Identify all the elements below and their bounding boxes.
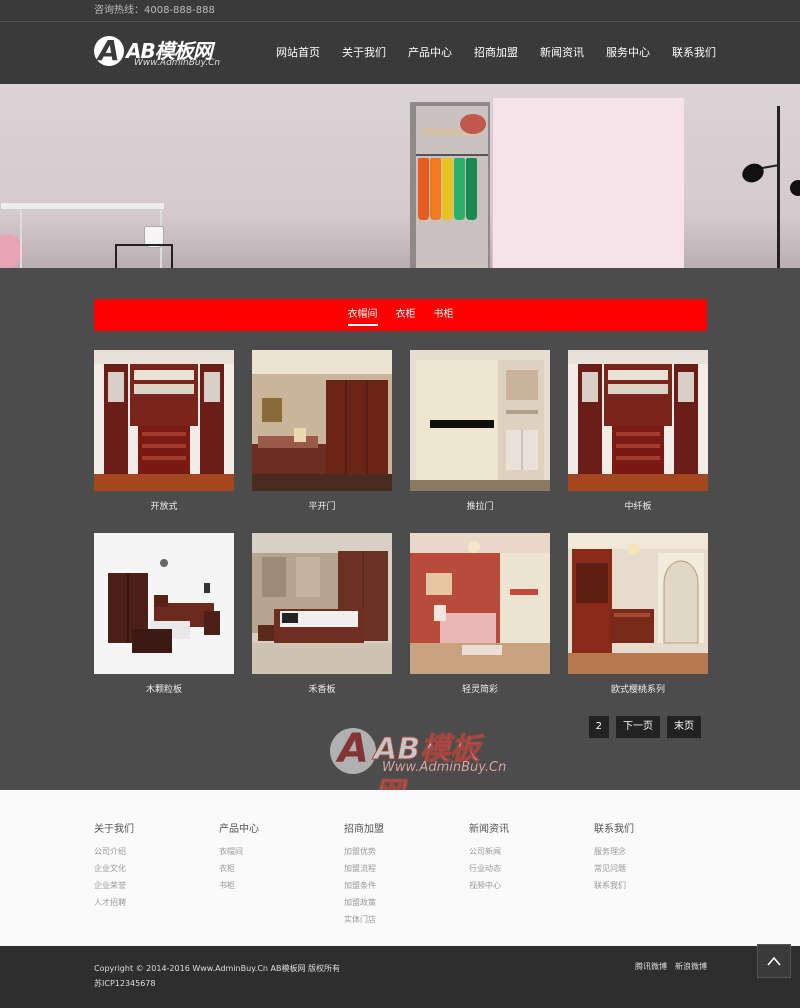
last-page-button[interactable]: 末页 [667,716,701,738]
product-caption[interactable]: 平开门 [252,499,392,512]
footer-col-contact: 联系我们 服务理念 常见问题 联系我们 [594,820,634,894]
footer-link[interactable]: 加盟流程 [344,860,384,877]
tab-walk-in-closet[interactable]: 衣帽间 [347,299,378,331]
topbar: 咨询热线：4008-888-888 [0,0,800,22]
footer-col-franchise: 招商加盟 加盟优势 加盟流程 加盟条件 加盟政策 实体门店 [344,820,384,928]
footer-link[interactable]: 公司介绍 [94,843,134,860]
pagination: 2 下一页 末页 [588,716,701,738]
product-card[interactable]: 中纤板 [568,350,708,512]
product-card[interactable]: 推拉门 [410,350,550,512]
footer-col-title: 新闻资讯 [469,824,509,835]
category-tabs: 衣帽间 衣柜 书柜 [94,299,707,331]
footer-link[interactable]: 衣柜 [219,860,259,877]
footer-link[interactable]: 行业动态 [469,860,509,877]
footer-col-products: 产品中心 衣帽间 衣柜 书柜 [219,820,259,894]
footer-col-title: 产品中心 [219,824,259,835]
product-card[interactable]: 欧式樱桃系列 [568,533,708,695]
footer-link[interactable]: 实体门店 [344,911,384,928]
watermark-subtext: Www.AdminBuy.Cn [382,760,507,775]
product-caption[interactable]: 木颗粒板 [94,682,234,695]
banner-lamp [777,106,780,268]
footer-link[interactable]: 加盟条件 [344,877,384,894]
footer-col-title: 招商加盟 [344,824,384,835]
product-card[interactable]: 禾香板 [252,533,392,695]
product-card[interactable]: 平开门 [252,350,392,512]
footer-links: 关于我们 公司介绍 企业文化 企业荣誉 人才招聘 产品中心 衣帽间 衣柜 书柜 … [0,790,800,946]
footer-link[interactable]: 书柜 [219,877,259,894]
nav-contact[interactable]: 联系我们 [672,22,716,84]
copyright-block: Copyright © 2014-2016 Www.AdminBuy.Cn AB… [94,961,340,991]
product-image[interactable] [94,350,234,491]
product-section: 衣帽间 衣柜 书柜 开放式 平开门 推拉门 中纤板 木颗粒板 禾香板 轻灵简彩 … [0,268,800,812]
bottom-bar: Copyright © 2014-2016 Www.AdminBuy.Cn AB… [0,946,800,1008]
chevron-up-icon [767,951,781,970]
footer-link[interactable]: 企业文化 [94,860,134,877]
product-image[interactable] [410,350,550,491]
header: A AB模板网 Www.AdminBuy.Cn 网站首页 关于我们 产品中心 招… [0,22,800,84]
product-caption[interactable]: 欧式樱桃系列 [568,682,708,695]
product-image[interactable] [94,533,234,674]
footer-link[interactable]: 服务理念 [594,843,634,860]
banner-table [0,202,165,210]
product-caption[interactable]: 开放式 [94,499,234,512]
product-image[interactable] [568,533,708,674]
footer-link[interactable]: 联系我们 [594,877,634,894]
hotline-text: 咨询热线：4008-888-888 [94,5,215,16]
tab-bookcase[interactable]: 书柜 [434,299,454,331]
logo-subtext: Www.AdminBuy.Cn [134,58,221,68]
nav-about[interactable]: 关于我们 [342,22,386,84]
copyright-text: Copyright © 2014-2016 Www.AdminBuy.Cn AB… [94,964,341,973]
footer-link[interactable]: 企业荣誉 [94,877,134,894]
product-image[interactable] [252,533,392,674]
product-image[interactable] [252,350,392,491]
main-nav: 网站首页 关于我们 产品中心 招商加盟 新闻资讯 服务中心 联系我们 [276,22,738,84]
footer-link[interactable]: 加盟政策 [344,894,384,911]
footer-link[interactable]: 公司新闻 [469,843,509,860]
footer-link[interactable]: 加盟优势 [344,843,384,860]
footer-link[interactable]: 人才招聘 [94,894,134,911]
nav-products[interactable]: 产品中心 [408,22,452,84]
social-links: 腾讯微博 新浪微博 [635,961,707,972]
footer-col-about: 关于我们 公司介绍 企业文化 企业荣誉 人才招聘 [94,820,134,911]
product-caption[interactable]: 轻灵简彩 [410,682,550,695]
nav-home[interactable]: 网站首页 [276,22,320,84]
next-page-button[interactable]: 下一页 [616,716,660,738]
product-card[interactable]: 开放式 [94,350,234,512]
sina-weibo-link[interactable]: 新浪微博 [675,961,707,972]
product-image[interactable] [568,350,708,491]
logo[interactable]: A AB模板网 Www.AdminBuy.Cn [94,34,234,74]
product-card[interactable]: 木颗粒板 [94,533,234,695]
page-number-button[interactable]: 2 [588,716,609,738]
product-card[interactable]: 轻灵简彩 [410,533,550,695]
nav-franchise[interactable]: 招商加盟 [474,22,518,84]
footer-col-news: 新闻资讯 公司新闻 行业动态 视频中心 [469,820,509,894]
product-image[interactable] [410,533,550,674]
tencent-weibo-link[interactable]: 腾讯微博 [635,961,667,972]
nav-news[interactable]: 新闻资讯 [540,22,584,84]
icp-text: 苏ICP12345678 [94,979,156,988]
watermark-logo: A AB模板网 Www.AdminBuy.Cn [330,724,510,812]
footer-col-title: 联系我们 [594,824,634,835]
footer-link[interactable]: 常见问题 [594,860,634,877]
tab-wardrobe[interactable]: 衣柜 [396,299,416,331]
back-to-top-button[interactable] [757,944,791,978]
product-caption[interactable]: 推拉门 [410,499,550,512]
product-caption[interactable]: 中纤板 [568,499,708,512]
hero-banner [0,84,800,268]
nav-service[interactable]: 服务中心 [606,22,650,84]
product-caption[interactable]: 禾香板 [252,682,392,695]
footer-link[interactable]: 视频中心 [469,877,509,894]
footer-col-title: 关于我们 [94,824,134,835]
footer-link[interactable]: 衣帽间 [219,843,259,860]
